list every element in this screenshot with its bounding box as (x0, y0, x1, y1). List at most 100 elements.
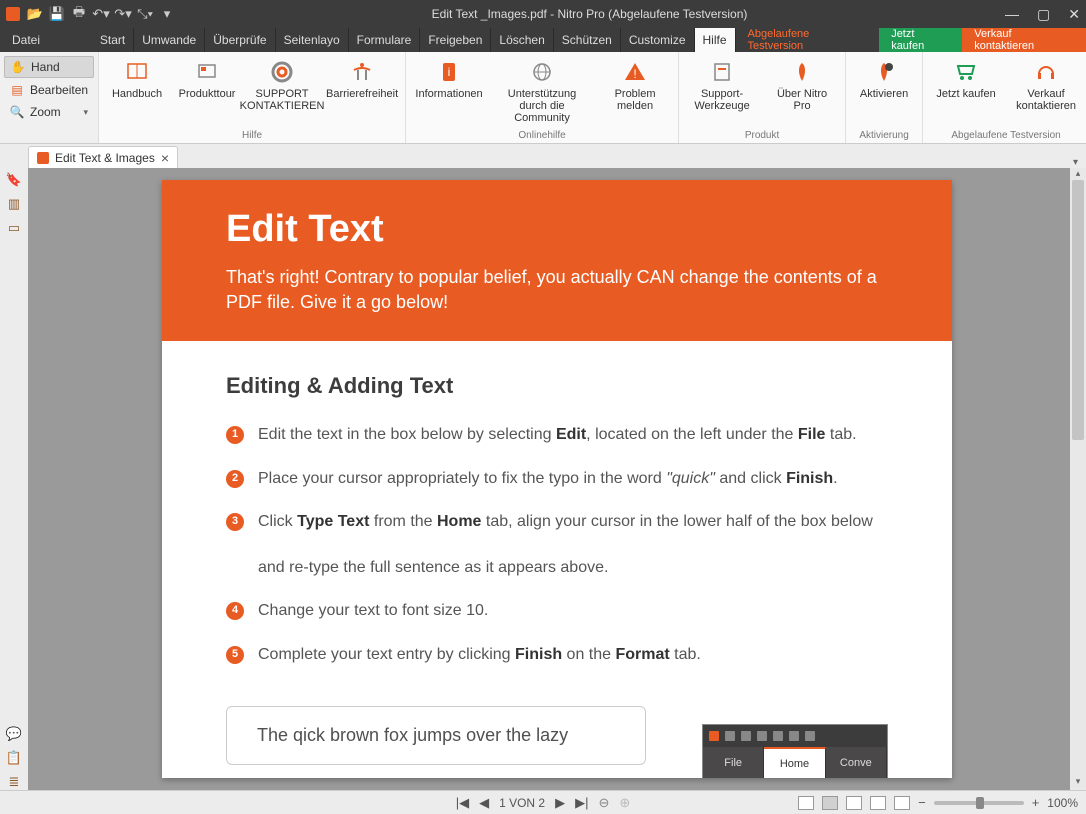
tab-umwandeln[interactable]: Umwande (134, 28, 205, 52)
ribbon-button[interactable]: iInformationen (414, 58, 484, 128)
nav-forward-button[interactable]: ⊕ (619, 795, 630, 811)
tool-icon (706, 58, 738, 86)
zoom-tool-label: Zoom (30, 105, 61, 119)
ribbon-button[interactable]: Handbuch (107, 58, 167, 128)
qat-dropdown-icon[interactable]: ▾ (160, 7, 174, 21)
view-single-button[interactable] (798, 796, 814, 810)
chevron-down-icon: ▾ (84, 107, 89, 118)
scrollbar-thumb[interactable] (1072, 180, 1084, 440)
next-page-button[interactable]: ▶ (555, 795, 565, 811)
navigation-sidebar: 🔖 ▥ ▭ 💬 📋 ≣ (0, 168, 28, 790)
ribbon-button-label: Barrierefreiheit (326, 88, 398, 100)
edit-icon: ▤ (10, 83, 24, 97)
expired-status[interactable]: Abgelaufene Testversion (736, 28, 880, 52)
ribbon-group-label: Produkt (745, 128, 779, 141)
last-page-button[interactable]: ▶| (575, 795, 588, 811)
save-icon[interactable]: 💾 (50, 7, 64, 21)
buy-now-button[interactable]: Jetzt kaufen (879, 28, 962, 52)
open-icon[interactable]: 📂 (28, 7, 42, 21)
zoom-out-button[interactable]: − (918, 795, 926, 810)
ribbon-button[interactable]: SUPPORT KONTAKTIEREN (247, 58, 317, 128)
book-icon (121, 58, 153, 86)
zoom-icon: 🔍 (10, 105, 24, 119)
ribbon-group-label: Onlinehilfe (518, 128, 565, 141)
ribbon-button-label: SUPPORT KONTAKTIEREN (240, 88, 325, 112)
tab-seitenlayout[interactable]: Seitenlayo (276, 28, 349, 52)
ribbon-group: iInformationenUnterstützung durch die Co… (406, 52, 679, 143)
view-fullscreen-button[interactable] (894, 796, 910, 810)
ribbon-button[interactable]: Unterstützung durch die Community (494, 58, 590, 128)
view-facing-button[interactable] (846, 796, 862, 810)
ribbon-button-label: Support-Werkzeuge (687, 88, 757, 112)
pointer-icon[interactable]: ⤡▾ (138, 7, 152, 21)
tab-hilfe[interactable]: Hilfe (695, 28, 736, 52)
ribbon-button-label: Problem melden (600, 88, 670, 112)
tab-schuetzen[interactable]: Schützen (554, 28, 621, 52)
view-continuous-button[interactable] (822, 796, 838, 810)
main-area: 🔖 ▥ ▭ 💬 📋 ≣ Edit Text That's right! Cont… (0, 168, 1086, 790)
access-icon (346, 58, 378, 86)
cart-icon (950, 58, 982, 86)
redo-icon[interactable]: ↷▾ (116, 7, 130, 21)
nav-back-button[interactable]: ⊖ (598, 795, 609, 811)
zoom-level: 100% (1047, 796, 1078, 810)
hand-tool[interactable]: ✋ Hand (4, 56, 94, 78)
life-icon (266, 58, 298, 86)
print-icon[interactable]: 🖶 (72, 7, 86, 21)
maximize-button[interactable]: ▢ (1037, 6, 1050, 23)
edit-tool[interactable]: ▤ Bearbeiten (4, 80, 94, 100)
tab-formulare[interactable]: Formulare (349, 28, 421, 52)
minimize-button[interactable]: — (1005, 6, 1019, 23)
scroll-down-button[interactable]: ▾ (1070, 776, 1086, 790)
ribbon-button[interactable]: ! Problem melden (600, 58, 670, 128)
zoom-slider-handle[interactable] (976, 797, 984, 809)
close-tab-button[interactable]: × (161, 150, 169, 166)
tab-freigeben[interactable]: Freigeben (420, 28, 491, 52)
ribbon-button[interactable]: Über Nitro Pro (767, 58, 837, 128)
tab-start[interactable]: Start (92, 28, 134, 52)
layers-icon[interactable]: ≣ (6, 774, 22, 790)
tab-overflow-button[interactable]: ▾ (1065, 157, 1086, 168)
ribbon-button-label: Jetzt kaufen (936, 88, 995, 100)
close-button[interactable]: ✕ (1068, 6, 1080, 23)
tab-customize[interactable]: Customize (621, 28, 695, 52)
contact-sales-button[interactable]: Verkauf kontaktieren (962, 28, 1086, 52)
prev-page-button[interactable]: ◀ (479, 795, 489, 811)
step-number: 1 (226, 426, 244, 444)
ribbon-button-label: Aktivieren (860, 88, 908, 100)
clipboard-icon[interactable]: 📋 (6, 750, 22, 766)
ribbon-button[interactable]: Verkauf kontaktieren (1011, 58, 1081, 128)
ribbon-button[interactable]: Aktivieren (854, 58, 914, 128)
first-page-button[interactable]: |◀ (456, 795, 469, 811)
pages-icon[interactable]: ▥ (6, 196, 22, 212)
step-3: 3 Click Type Text from the Home tab, ali… (226, 510, 888, 580)
undo-icon[interactable]: ↶▾ (94, 7, 108, 21)
ribbon-button[interactable]: Produkttour (177, 58, 237, 128)
section-title: Editing & Adding Text (226, 373, 888, 399)
tab-ueberpruefen[interactable]: Überprüfe (205, 28, 275, 52)
hand-tool-label: Hand (31, 60, 60, 74)
document-tab[interactable]: Edit Text & Images × (28, 146, 178, 168)
tab-loeschen[interactable]: Löschen (491, 28, 553, 52)
ribbon-button[interactable]: Barrierefreiheit (327, 58, 397, 128)
svg-text:!: ! (633, 67, 636, 81)
zoom-slider[interactable] (934, 801, 1024, 805)
file-menu[interactable]: Datei (0, 28, 52, 52)
view-controls: − + 100% (798, 795, 1078, 810)
headset-icon (1030, 58, 1062, 86)
zoom-tool[interactable]: 🔍 Zoom ▾ (4, 102, 94, 122)
view-facing-continuous-button[interactable] (870, 796, 886, 810)
ribbon-button-label: Über Nitro Pro (767, 88, 837, 112)
menu-bar: Datei Start Umwande Überprüfe Seitenlayo… (0, 28, 1086, 52)
ribbon-button[interactable]: Support-Werkzeuge (687, 58, 757, 128)
bookmarks-icon[interactable]: 🔖 (6, 172, 22, 188)
attachments-icon[interactable]: ▭ (6, 220, 22, 236)
ribbon-button[interactable]: Jetzt kaufen (931, 58, 1001, 128)
zoom-in-button[interactable]: + (1032, 795, 1040, 810)
scroll-region[interactable]: Edit Text That's right! Contrary to popu… (28, 168, 1086, 790)
title-bar: 📂 💾 🖶 ↶▾ ↷▾ ⤡▾ ▾ Edit Text _Images.pdf -… (0, 0, 1086, 28)
mini-file: File (703, 747, 764, 778)
comments-icon[interactable]: 💬 (6, 726, 22, 742)
vertical-scrollbar[interactable]: ▴ ▾ (1070, 168, 1086, 790)
step-1: 1 Edit the text in the box below by sele… (226, 423, 888, 446)
